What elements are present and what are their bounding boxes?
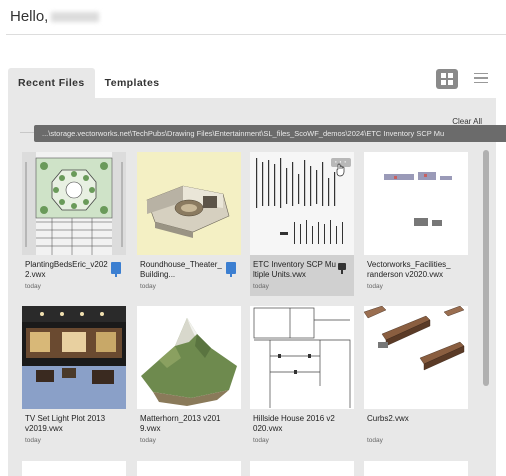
file-thumbnail xyxy=(250,306,354,409)
file-card[interactable]: Matterhorn_2013 v2019.vwx today xyxy=(137,306,241,450)
file-date: today xyxy=(367,437,383,444)
file-card[interactable]: Curbs2.vwx today xyxy=(364,306,468,450)
file-date: today xyxy=(140,283,156,290)
grid-view-icon xyxy=(441,73,453,85)
file-name: Hillside House 2016 v2020.vwx xyxy=(253,414,335,433)
file-thumbnail xyxy=(22,152,126,255)
file-card[interactable]: TV Set Light Plot 2013 v2019.vwx today xyxy=(22,306,126,450)
hand-cursor-icon xyxy=(336,163,345,177)
file-tabs: Recent Files Templates xyxy=(8,68,169,98)
list-view-button[interactable] xyxy=(474,71,488,85)
file-card-partial[interactable] xyxy=(137,461,241,476)
file-card[interactable]: Vectorworks_Facilities_randerson v2020.v… xyxy=(364,152,468,296)
greeting: Hello, xyxy=(10,8,100,25)
file-card-partial[interactable] xyxy=(364,461,468,476)
file-date: today xyxy=(140,437,156,444)
greeting-text: Hello, xyxy=(10,8,49,25)
file-thumbnail xyxy=(137,152,241,255)
scrollbar[interactable] xyxy=(483,150,489,386)
file-date: today xyxy=(253,283,269,290)
user-name-redacted xyxy=(51,12,100,23)
file-card[interactable]: PlantingBedsEric_v2022.vwx today xyxy=(22,152,126,296)
file-name: Vectorworks_Facilities_randerson v2020.v… xyxy=(367,260,451,279)
list-view-icon xyxy=(474,72,488,75)
file-date: today xyxy=(25,437,41,444)
file-name: Roundhouse_Theater_Building... xyxy=(140,260,222,279)
file-card-hovered[interactable]: ··· ETC Inventory SCP Multiple Units.vwx… xyxy=(250,152,354,296)
file-name: ETC Inventory SCP Multiple Units.vwx xyxy=(253,260,336,279)
pin-icon[interactable] xyxy=(338,263,346,274)
file-name: TV Set Light Plot 2013 v2019.vwx xyxy=(25,414,106,433)
file-name: PlantingBedsEric_v2022.vwx xyxy=(25,260,108,279)
header-divider xyxy=(6,34,506,35)
tab-recent-files[interactable]: Recent Files xyxy=(8,68,95,98)
file-date: today xyxy=(253,437,269,444)
file-card-partial[interactable] xyxy=(250,461,354,476)
file-card-partial[interactable] xyxy=(22,461,126,476)
grid-view-button[interactable] xyxy=(436,69,458,89)
file-thumbnail xyxy=(364,152,468,255)
file-path-tooltip: ...\storage.vectorworks.net\TechPubs\Dra… xyxy=(34,125,506,142)
file-date: today xyxy=(25,283,41,290)
cloud-sync-icon xyxy=(111,262,121,277)
file-thumbnail xyxy=(137,306,241,409)
tab-templates[interactable]: Templates xyxy=(95,68,170,98)
file-thumbnail xyxy=(22,306,126,409)
file-date: today xyxy=(367,283,383,290)
file-name: Curbs2.vwx xyxy=(367,414,409,423)
cloud-sync-icon xyxy=(226,262,236,277)
file-card[interactable]: Hillside House 2016 v2020.vwx today xyxy=(250,306,354,450)
file-name: Matterhorn_2013 v2019.vwx xyxy=(140,414,221,433)
file-thumbnail xyxy=(364,306,468,409)
file-thumbnail: ··· xyxy=(250,152,354,255)
file-card[interactable]: Roundhouse_Theater_Building... today xyxy=(137,152,241,296)
